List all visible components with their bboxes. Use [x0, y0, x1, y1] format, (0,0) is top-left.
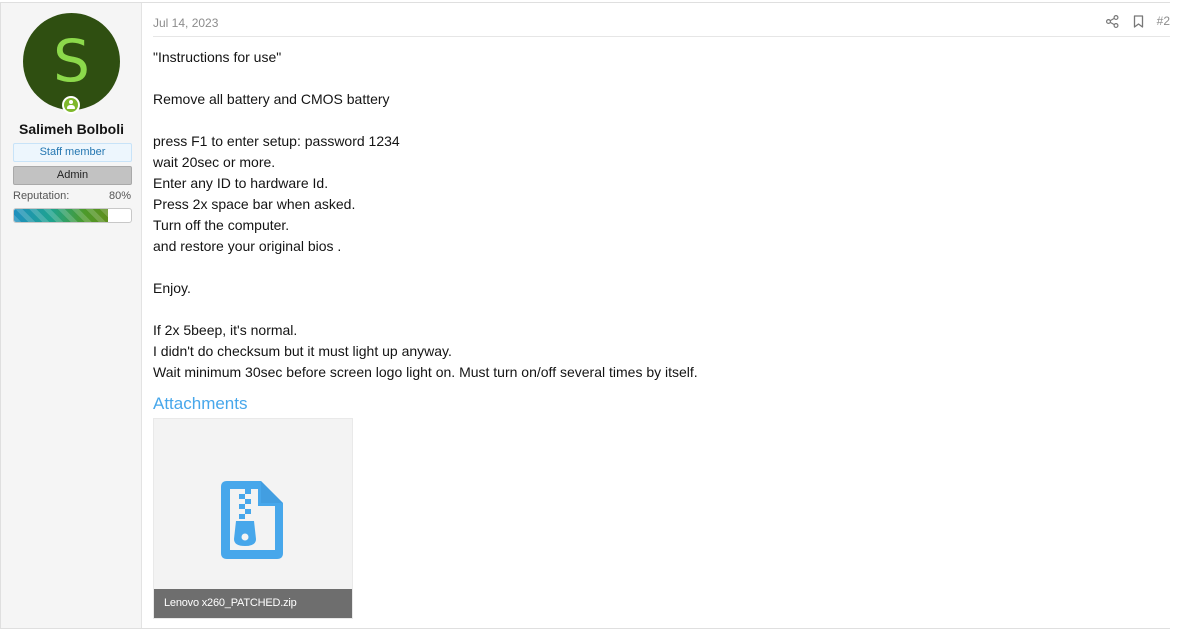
post-body-line: press F1 to enter setup: password 1234 [153, 133, 400, 149]
post-body-line: Enjoy. [153, 280, 191, 296]
attachment-filename[interactable]: Lenovo x260_PATCHED.zip [154, 589, 352, 618]
post-body: "Instructions for use" Remove all batter… [153, 47, 698, 383]
staff-member-badge: Staff member [13, 143, 132, 162]
reputation-bar [13, 208, 132, 223]
message-main: Jul 14, 2023 #2 "Instructions for use" R… [153, 3, 1170, 628]
post-body-line: Wait minimum 30sec before screen logo li… [153, 364, 698, 380]
post-body-line: Press 2x space bar when asked. [153, 196, 356, 212]
share-icon[interactable] [1105, 13, 1121, 29]
post-date[interactable]: Jul 14, 2023 [153, 16, 218, 30]
online-status-icon [62, 96, 80, 114]
post-body-line: Turn off the computer. [153, 217, 290, 233]
post-body-line [153, 68, 698, 89]
post-body-line [153, 299, 698, 320]
post-body-line: Remove all battery and CMOS battery [153, 91, 390, 107]
header-divider [153, 36, 1170, 37]
post-actions: #2 [1105, 13, 1170, 29]
avatar-letter: S [53, 27, 90, 95]
post-number-link[interactable]: #2 [1157, 14, 1170, 28]
post-body-line: If 2x 5beep, it's normal. [153, 322, 298, 338]
reputation-bar-fill [14, 209, 108, 222]
bookmark-icon[interactable] [1131, 13, 1147, 29]
post-body-line [153, 257, 698, 278]
reputation-label: Reputation: [13, 190, 70, 202]
zip-file-icon [221, 479, 285, 566]
post-body-line [153, 110, 698, 131]
post-body-line: "Instructions for use" [153, 49, 282, 65]
attachment-card[interactable]: Lenovo x260_PATCHED.zip [153, 418, 353, 619]
attachments-title: Attachments [153, 394, 248, 413]
reputation-value: 80% [109, 190, 132, 202]
post-body-line: and restore your original bios . [153, 238, 342, 254]
post-body-line: Enter any ID to hardware Id. [153, 175, 329, 191]
user-info-column: S Salimeh Bolboli Staff member Admin Rep… [1, 3, 142, 628]
message-post: S Salimeh Bolboli Staff member Admin Rep… [0, 2, 1170, 629]
admin-badge: Admin [13, 166, 132, 185]
post-body-line: wait 20sec or more. [153, 154, 276, 170]
post-body-line: I didn't do checksum but it must light u… [153, 343, 452, 359]
username[interactable]: Salimeh Bolboli [1, 121, 142, 137]
